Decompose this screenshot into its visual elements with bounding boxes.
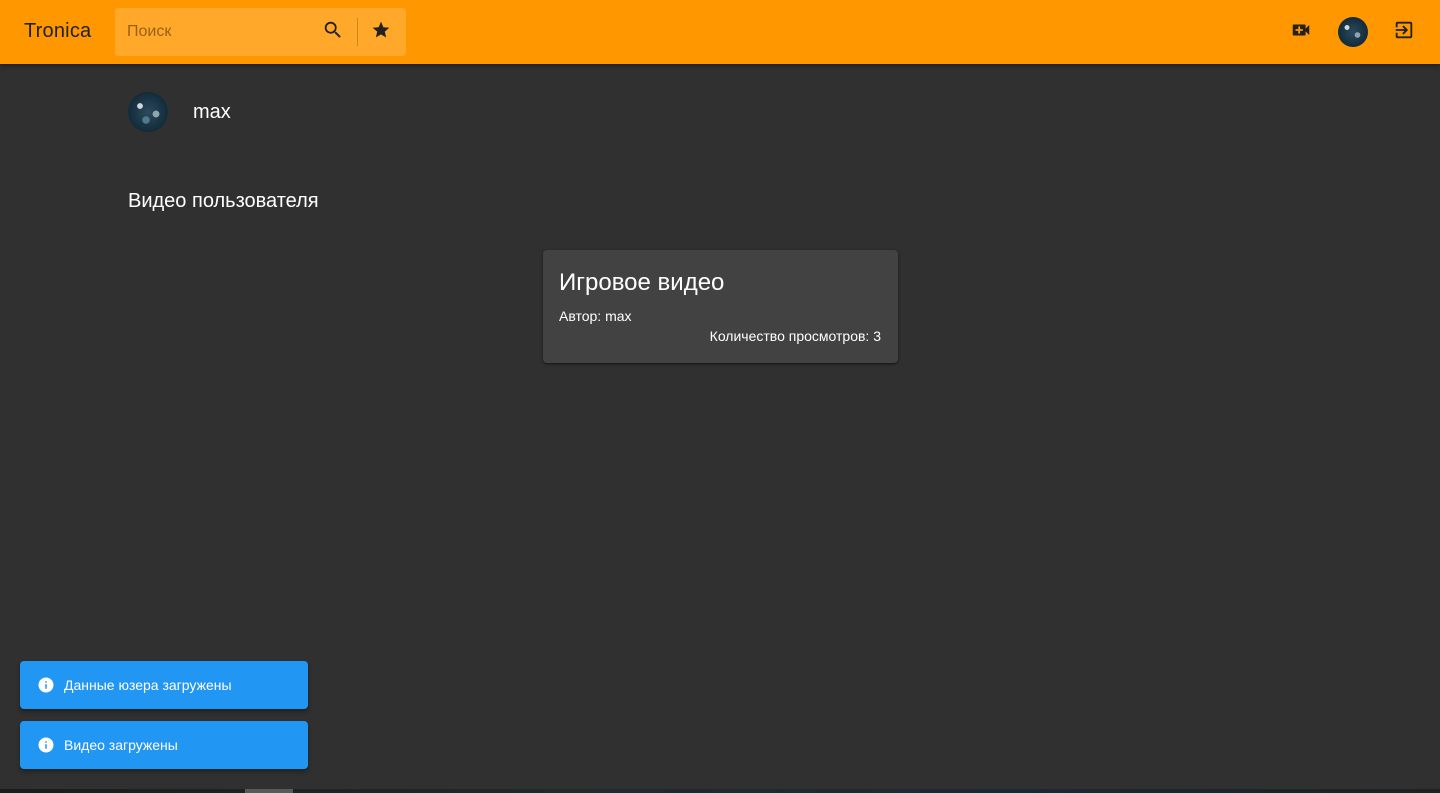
logout-icon	[1393, 19, 1415, 46]
search-button[interactable]	[315, 14, 351, 50]
scrollbar-thumb[interactable]	[245, 789, 293, 793]
search-input[interactable]	[115, 8, 315, 56]
notification-text: Данные юзера загружены	[64, 677, 232, 693]
bottom-scroll-strip	[0, 789, 1440, 793]
section-title: Видео пользователя	[128, 190, 319, 212]
video-add-icon	[1290, 19, 1312, 46]
info-icon	[37, 736, 55, 754]
profile-username: max	[193, 100, 231, 123]
search-divider	[357, 18, 358, 46]
search-icon	[322, 19, 344, 46]
info-icon	[37, 676, 55, 694]
notification-snackbar[interactable]: Данные юзера загружены	[20, 661, 308, 709]
notification-text: Видео загружены	[64, 737, 178, 753]
logout-button[interactable]	[1386, 14, 1422, 50]
profile-header: max	[128, 92, 231, 132]
add-video-button[interactable]	[1283, 14, 1319, 50]
notification-snackbar[interactable]: Видео загружены	[20, 721, 308, 769]
video-views: Количество просмотров: 3	[709, 328, 881, 344]
app-bar: Tronica	[0, 0, 1440, 64]
video-author: Автор: max	[559, 308, 632, 324]
profile-avatar	[128, 92, 168, 132]
favorites-button[interactable]	[363, 14, 399, 50]
app-brand[interactable]: Tronica	[24, 20, 91, 43]
star-icon	[371, 20, 391, 45]
video-card[interactable]: Игровое видео Автор: max Количество прос…	[543, 250, 898, 363]
search-box	[115, 8, 406, 56]
user-avatar[interactable]	[1338, 17, 1368, 47]
video-title: Игровое видео	[559, 269, 725, 296]
